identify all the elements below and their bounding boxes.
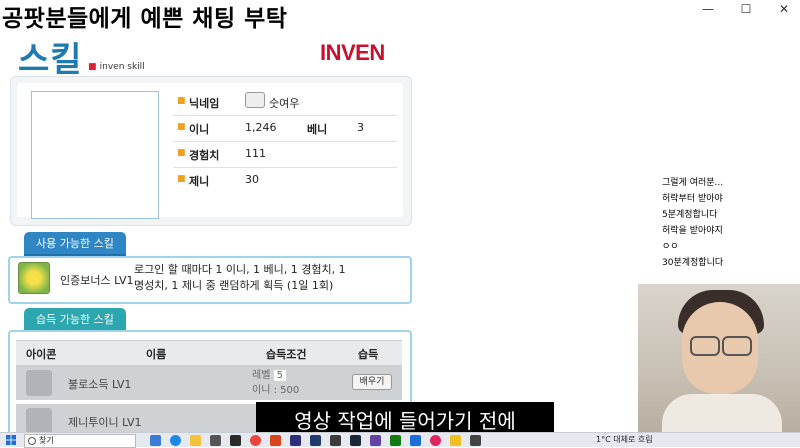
chat-line: 5분계정합니다 <box>660 210 720 220</box>
obs-icon[interactable] <box>330 435 341 446</box>
minimize-button[interactable]: — <box>700 2 716 16</box>
skill-name: 인증보너스 LV1 <box>60 274 134 287</box>
nickname-value: 숫여우 <box>269 97 300 110</box>
chat-line: ㅇㅇ <box>660 242 681 252</box>
windows-start-icon[interactable] <box>6 435 16 445</box>
glasses-shape <box>690 336 752 356</box>
zeni-row: ■ 제니 30 <box>177 173 259 188</box>
system-tray-weather[interactable]: 1°C 대체로 흐림 <box>596 434 653 445</box>
chat-line: 30분계정합니다 <box>660 258 726 268</box>
chat-line: 허락부터 받아야 <box>660 194 725 204</box>
file-explorer-icon[interactable] <box>190 435 201 446</box>
store-icon[interactable] <box>210 435 221 446</box>
premiere-icon[interactable] <box>290 435 301 446</box>
tab-used-skills[interactable]: 사용 가능한 스킬 <box>24 232 126 256</box>
exp-row: ■ 경험치 111 <box>173 141 397 168</box>
nickname-badge-icon <box>245 92 265 108</box>
app-icon[interactable] <box>430 435 441 446</box>
close-button[interactable]: ✕ <box>776 2 792 16</box>
ini-value: 1,246 <box>245 121 277 134</box>
nickname-row: ■ 닉네임 숫여우 <box>173 89 397 116</box>
skill-sun-icon <box>18 262 50 294</box>
steam-icon[interactable] <box>350 435 361 446</box>
app-icon[interactable] <box>410 435 421 446</box>
avatar <box>31 91 159 219</box>
exp-value: 111 <box>245 147 266 160</box>
chrome-icon[interactable] <box>250 435 261 446</box>
app-icon[interactable] <box>230 435 241 446</box>
chat-line: 허락을 받아야지 <box>660 226 725 236</box>
profile-card: ■ 닉네임 숫여우 ■ 이니 1,246 베니 3 ■ 경험치 111 ■ 제니… <box>10 76 412 226</box>
skill-coin-icon <box>26 370 52 396</box>
photoshop-icon[interactable] <box>310 435 321 446</box>
beni-value: 3 <box>357 121 364 134</box>
inven-brand-logo[interactable]: INVEN <box>320 40 385 66</box>
webcam-feed <box>638 284 800 434</box>
powerpoint-icon[interactable] <box>270 435 281 446</box>
task-view-icon[interactable] <box>150 435 161 446</box>
xbox-icon[interactable] <box>390 435 401 446</box>
skill-description: 로그인 할 때마다 1 이니, 1 베니, 1 경험치, 1 명성치, 1 제니… <box>134 263 346 292</box>
tab-learnable-skills[interactable]: 습득 가능한 스킬 <box>24 308 126 332</box>
window-controls: — ☐ ✕ <box>700 2 792 16</box>
chat-overlay: 그럴게 여러분... 허락부터 받아야 5분계정합니다 허락을 받아야지 ㅇㅇ … <box>660 176 800 286</box>
search-icon <box>28 437 36 445</box>
skill-page: 스킬 ■ inven skill INVEN ■ 닉네임 숫여우 ■ 이니 1,… <box>0 30 420 432</box>
chat-line: 그럴게 여러분... <box>660 178 726 188</box>
learn-button[interactable]: 배우기 <box>352 374 392 390</box>
maximize-button[interactable]: ☐ <box>738 2 754 16</box>
skill-zeni-icon <box>26 408 52 432</box>
kakaotalk-icon[interactable] <box>450 435 461 446</box>
taskbar: 찾기 1°C 대체로 흐림 <box>0 432 800 448</box>
stream-top-caption: 공팟분들에게 예쁜 채팅 부탁 <box>2 6 288 32</box>
app-icon[interactable] <box>470 435 481 446</box>
edge-browser-icon[interactable] <box>170 435 181 446</box>
app-icon[interactable] <box>370 435 381 446</box>
table-row: 불로소득 LV1 레벨 5 이니 : 500 배우기 <box>16 366 402 400</box>
skill-logo: 스킬 <box>18 40 83 80</box>
ini-beni-row: ■ 이니 1,246 베니 3 <box>173 115 397 142</box>
skill-logo-subtitle: ■ inven skill <box>88 62 145 72</box>
zeni-value: 30 <box>245 173 259 186</box>
used-skills-panel: 인증보너스 LV1 로그인 할 때마다 1 이니, 1 베니, 1 경험치, 1… <box>8 256 412 304</box>
learnable-table-header: 아이콘 이름 습득조건 습득 <box>16 340 402 366</box>
